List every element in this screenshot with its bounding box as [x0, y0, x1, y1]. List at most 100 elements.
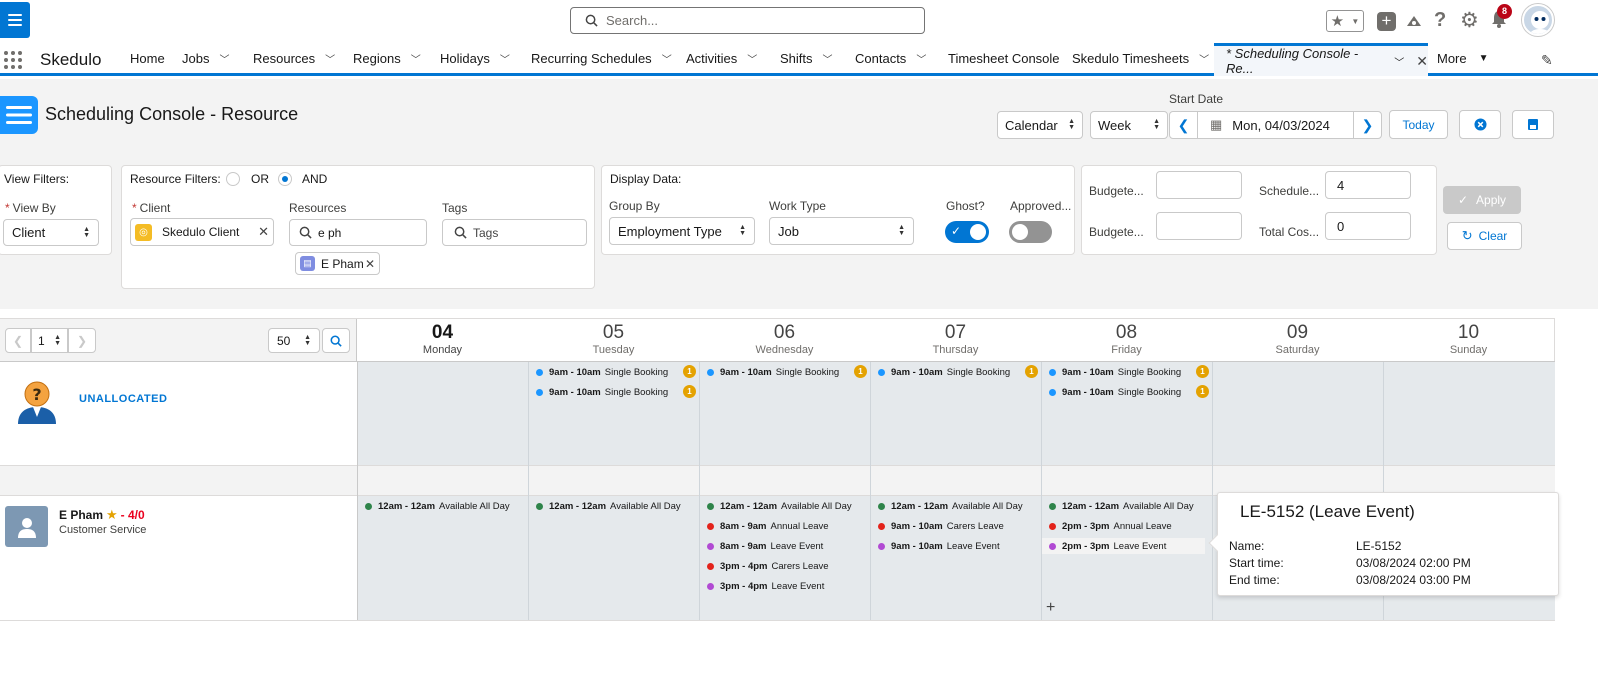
- resource-event[interactable]: 9am - 10am Leave Event: [878, 538, 1000, 554]
- app-launcher-icon[interactable]: [3, 50, 23, 70]
- prev-page-button[interactable]: ❮: [5, 328, 31, 353]
- edit-nav-icon[interactable]: ✎: [1541, 52, 1553, 69]
- resource-event[interactable]: 12am - 12am Available All Day: [1049, 498, 1194, 514]
- favorites-button[interactable]: ★ ▼: [1326, 10, 1364, 32]
- unallocated-event[interactable]: 9am - 10am Single Booking: [707, 364, 839, 380]
- reset-button[interactable]: [1459, 110, 1501, 139]
- chevron-down-icon[interactable]: ﹀: [823, 51, 833, 66]
- remove-client-icon[interactable]: ✕: [258, 224, 269, 240]
- global-actions-button[interactable]: +: [1377, 12, 1396, 31]
- trailhead-button[interactable]: [1404, 11, 1424, 31]
- chevron-down-icon[interactable]: ﹀: [325, 51, 335, 66]
- star-icon: ★: [106, 507, 118, 522]
- ghost-toggle[interactable]: ✓: [945, 221, 989, 243]
- day-header-tuesday[interactable]: 05 Tuesday: [528, 322, 699, 362]
- resource-search-button[interactable]: [322, 328, 350, 353]
- resource-name-line[interactable]: E Pham ★ - 4/0: [59, 507, 145, 523]
- nav-item-timesheet-console[interactable]: Timesheet Console: [948, 51, 1060, 66]
- chevron-down-icon[interactable]: ﹀: [1394, 54, 1404, 69]
- resources-search-input[interactable]: e ph: [289, 219, 427, 246]
- app-logo[interactable]: [0, 2, 30, 38]
- unallocated-event[interactable]: 9am - 10am Single Booking: [878, 364, 1010, 380]
- day-name: Monday: [422, 344, 463, 356]
- resource-event[interactable]: 8am - 9am Annual Leave: [707, 518, 829, 534]
- budget-input-2[interactable]: [1156, 212, 1242, 240]
- nav-item-resources[interactable]: Resources ﹀: [253, 51, 335, 66]
- day-header-friday[interactable]: 08 Friday: [1041, 322, 1212, 362]
- calendar-icon[interactable]: ▦: [1210, 117, 1222, 133]
- view-by-select[interactable]: Client ▲ ▼: [3, 219, 99, 246]
- group-by-select[interactable]: Employment Type ▲ ▼: [609, 217, 755, 245]
- unallocated-event[interactable]: 9am - 10am Single Booking: [1049, 384, 1181, 400]
- today-button[interactable]: Today: [1389, 110, 1448, 139]
- resource-event[interactable]: 9am - 10am Carers Leave: [878, 518, 1004, 534]
- approved-toggle[interactable]: [1009, 221, 1052, 243]
- resource-event[interactable]: 3pm - 4pm Carers Leave: [707, 558, 829, 574]
- day-number: 04: [431, 322, 454, 343]
- chevron-down-icon[interactable]: ﹀: [1199, 51, 1209, 66]
- resource-event[interactable]: 12am - 12am Available All Day: [878, 498, 1023, 514]
- unallocated-event[interactable]: 9am - 10am Single Booking: [1049, 364, 1181, 380]
- total-cost-label: Total Cos...: [1259, 225, 1320, 239]
- nav-item-contacts[interactable]: Contacts ﹀: [855, 51, 926, 66]
- day-header-wednesday[interactable]: 06 Wednesday: [699, 322, 870, 362]
- nav-more[interactable]: More ▼: [1437, 51, 1489, 66]
- range-select[interactable]: Week ▲ ▼: [1090, 111, 1168, 139]
- view-mode-select[interactable]: Calendar ▲ ▼: [997, 111, 1083, 139]
- global-search[interactable]: Search...: [570, 7, 925, 34]
- close-tab-icon[interactable]: ✕: [1416, 53, 1428, 70]
- or-radio[interactable]: OR: [226, 172, 269, 186]
- page-number-select[interactable]: 1 ▲ ▼: [31, 328, 68, 353]
- save-button[interactable]: [1512, 110, 1554, 139]
- nav-item-shifts[interactable]: Shifts ﹀: [780, 51, 833, 66]
- nav-item-regions[interactable]: Regions ﹀: [353, 51, 421, 66]
- resource-event[interactable]: 12am - 12am Available All Day: [707, 498, 852, 514]
- resource-event[interactable]: 8am - 9am Leave Event: [707, 538, 823, 554]
- remove-resource-icon[interactable]: ✕: [365, 257, 375, 271]
- resource-event[interactable]: 2pm - 3pm Leave Event: [1042, 538, 1205, 554]
- notifications-button[interactable]: 8: [1489, 4, 1512, 31]
- day-header-thursday[interactable]: 07 Thursday: [870, 322, 1041, 362]
- resource-event[interactable]: 3pm - 4pm Leave Event: [707, 578, 824, 594]
- day-header-saturday[interactable]: 09 Saturday: [1212, 322, 1383, 362]
- chevron-down-icon[interactable]: ﹀: [916, 51, 926, 66]
- nav-item-recurring-schedules[interactable]: Recurring Schedules ﹀: [531, 51, 672, 66]
- nav-item-skedulo-timesheets[interactable]: Skedulo Timesheets ﹀: [1072, 51, 1209, 66]
- client-lookup[interactable]: ◎ Skedulo Client ✕: [130, 218, 274, 246]
- user-avatar[interactable]: [1522, 4, 1554, 36]
- and-radio[interactable]: AND: [278, 172, 327, 186]
- chevron-down-icon[interactable]: ﹀: [500, 51, 510, 66]
- nav-item-activities[interactable]: Activities ﹀: [686, 51, 757, 66]
- apply-button[interactable]: ✓ Apply: [1443, 186, 1521, 214]
- tab-scheduling-console[interactable]: * Scheduling Console - Re... ﹀ ✕: [1214, 43, 1428, 76]
- clear-button[interactable]: ↻ Clear: [1447, 222, 1522, 250]
- unallocated-event[interactable]: 9am - 10am Single Booking: [536, 384, 668, 400]
- chevron-down-icon[interactable]: ﹀: [747, 51, 757, 66]
- total-cost-input[interactable]: 0: [1325, 212, 1411, 240]
- previous-week-button[interactable]: ❮: [1170, 112, 1198, 138]
- resource-event[interactable]: 12am - 12am Available All Day: [365, 498, 510, 514]
- resource-pill[interactable]: ▤ E Pham ✕: [295, 252, 380, 275]
- chevron-down-icon[interactable]: ﹀: [219, 51, 229, 66]
- gear-icon[interactable]: ⚙: [1460, 8, 1479, 33]
- nav-item-jobs[interactable]: Jobs ﹀: [182, 51, 229, 66]
- add-event-icon[interactable]: +: [1046, 599, 1055, 617]
- resource-event[interactable]: 2pm - 3pm Annual Leave: [1049, 518, 1172, 534]
- help-icon[interactable]: ?: [1434, 9, 1446, 32]
- unallocated-event[interactable]: 9am - 10am Single Booking: [536, 364, 668, 380]
- day-header-monday[interactable]: 04 Monday: [357, 322, 528, 362]
- nav-item-home[interactable]: Home: [130, 51, 165, 66]
- nav-item-holidays[interactable]: Holidays ﹀: [440, 51, 510, 66]
- chevron-down-icon[interactable]: ﹀: [411, 51, 421, 66]
- day-header-sunday[interactable]: 10 Sunday: [1383, 322, 1554, 362]
- date-field[interactable]: Mon, 04/03/2024: [1232, 118, 1330, 133]
- resource-event[interactable]: 12am - 12am Available All Day: [536, 498, 681, 514]
- budget-input-1[interactable]: [1156, 171, 1242, 199]
- next-page-button[interactable]: ❯: [68, 328, 96, 353]
- tags-search-input[interactable]: Tags: [442, 219, 587, 246]
- work-type-select[interactable]: Job ▲ ▼: [769, 217, 914, 245]
- scheduled-input[interactable]: 4: [1325, 171, 1411, 199]
- page-size-select[interactable]: 50 ▲ ▼: [268, 328, 320, 353]
- chevron-down-icon[interactable]: ﹀: [662, 51, 672, 66]
- next-week-button[interactable]: ❯: [1353, 112, 1381, 138]
